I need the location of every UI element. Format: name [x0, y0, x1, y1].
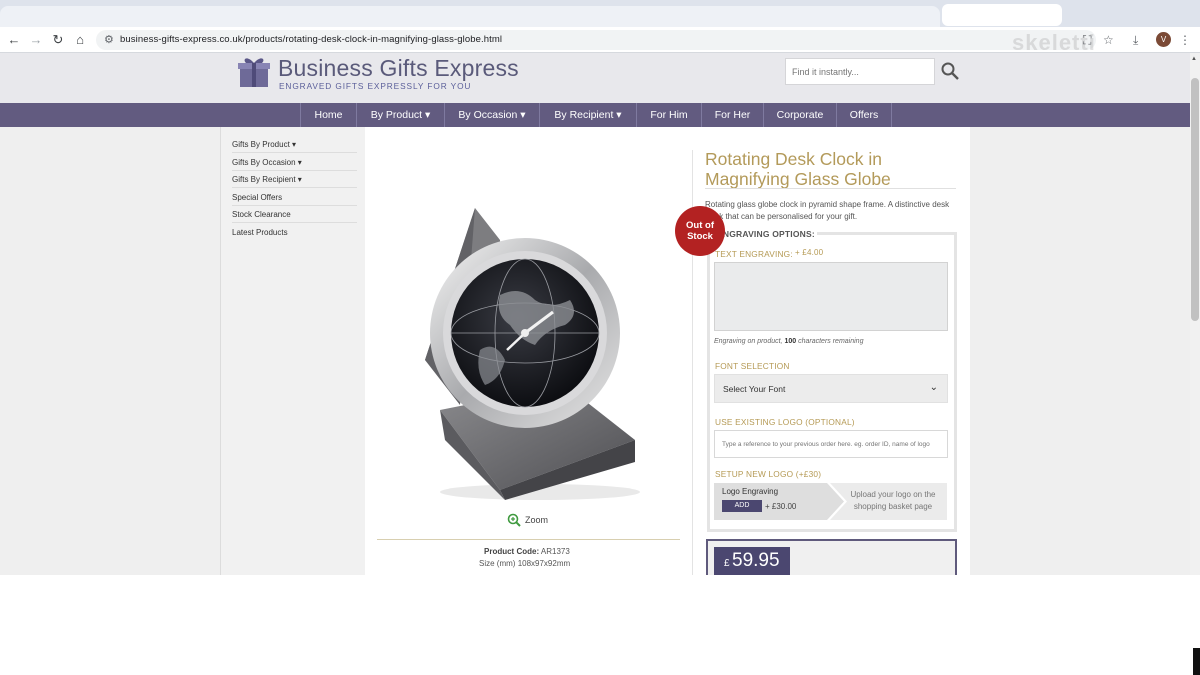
image-divider — [377, 539, 680, 540]
site-info-icon[interactable]: ⚙ — [104, 33, 114, 46]
screen-edge — [1193, 648, 1200, 675]
product-size: Size (mm) 108x97x92mm — [479, 559, 570, 568]
menu-kebab-icon[interactable]: ⋮ — [1179, 32, 1191, 48]
product-size-label: Size (mm) — [479, 559, 516, 568]
nav-for-him[interactable]: For Him — [636, 103, 701, 127]
logo-engraving-step-title: Logo Engraving — [722, 487, 779, 496]
search-icon[interactable] — [940, 61, 960, 81]
nav-offers[interactable]: Offers — [836, 103, 892, 127]
main-navigation: Home By Product ▾ By Occasion ▾ By Recip… — [0, 103, 1190, 127]
product-size-value: 108x97x92mm — [517, 559, 571, 568]
gift-box-logo-icon[interactable] — [237, 55, 271, 89]
logo-name[interactable]: Business Gifts Express — [278, 55, 519, 82]
price-currency: £ — [724, 558, 730, 569]
sidebar-item-stock-clearance[interactable]: Stock Clearance — [232, 206, 357, 223]
nav-by-product[interactable]: By Product ▾ — [356, 103, 444, 127]
nav-by-recipient[interactable]: By Recipient ▾ — [539, 103, 636, 127]
tab-strip-blank — [942, 4, 1062, 26]
engraving-text-input[interactable] — [714, 262, 948, 331]
download-icon[interactable]: ⤓ — [1133, 32, 1138, 48]
out-of-stock-line1: Out of — [686, 220, 714, 231]
logo-tagline: ENGRAVED GIFTS EXPRESSLY FOR YOU — [279, 81, 472, 91]
reload-icon[interactable]: ↻ — [50, 32, 66, 48]
nav-for-her[interactable]: For Her — [701, 103, 763, 127]
nav-corporate[interactable]: Corporate — [763, 103, 836, 127]
out-of-stock-badge: Out of Stock — [675, 206, 725, 256]
existing-logo-reference-input[interactable] — [714, 430, 948, 458]
bookmark-star-icon[interactable]: ☆ — [1103, 32, 1114, 48]
nav-home[interactable]: Home — [300, 103, 356, 127]
sidebar-item-latest-products[interactable]: Latest Products — [232, 224, 357, 241]
sidebar-item-gifts-by-product[interactable]: Gifts By Product ▾ — [232, 136, 357, 153]
characters-remaining-count: 100 — [784, 338, 797, 345]
product-image[interactable] — [405, 200, 660, 505]
sidebar-item-special-offers[interactable]: Special Offers — [232, 189, 357, 206]
product-title: Rotating Desk Clock in Magnifying Glass … — [705, 149, 891, 189]
product-description: Rotating glass globe clock in pyramid sh… — [705, 200, 950, 221]
blank-area — [0, 575, 1200, 675]
profile-avatar[interactable]: V — [1156, 32, 1171, 47]
engraving-options-heading: ENGRAVING OPTIONS: — [715, 229, 817, 239]
product-code: Product Code: AR1373 — [484, 547, 570, 556]
chevron-down-icon: ⌄ — [929, 382, 938, 393]
sidebar-item-gifts-by-recipient[interactable]: Gifts By Recipient ▾ — [232, 171, 357, 188]
url-text[interactable]: business-gifts-express.co.uk/products/ro… — [120, 34, 502, 45]
logo-engraving-price: + £30.00 — [765, 502, 797, 511]
zoom-icon[interactable] — [507, 513, 521, 527]
home-icon[interactable]: ⌂ — [72, 32, 88, 48]
add-logo-button[interactable]: ADD — [722, 500, 762, 512]
text-engraving-label: TEXT ENGRAVING: — [715, 249, 793, 259]
font-selection-label: FONT SELECTION — [715, 361, 790, 371]
zoom-link[interactable]: Zoom — [525, 515, 548, 525]
help-prefix: Engraving on product, — [714, 338, 783, 345]
product-code-label: Product Code: — [484, 547, 540, 556]
scroll-up-arrow-icon[interactable]: ▲ — [1191, 56, 1197, 62]
upload-logo-instruction: Upload your logo on the shopping basket … — [850, 490, 936, 511]
sidebar-item-gifts-by-occasion[interactable]: Gifts By Occasion ▾ — [232, 154, 357, 171]
title-divider — [705, 188, 956, 189]
text-engraving-price: + £4.00 — [795, 248, 824, 257]
nav-by-occasion[interactable]: By Occasion ▾ — [444, 103, 539, 127]
out-of-stock-line2: Stock — [687, 231, 713, 242]
product-code-value: AR1373 — [540, 547, 570, 556]
help-suffix: characters remaining — [798, 338, 864, 345]
new-logo-label: SETUP NEW LOGO (+£30) — [715, 469, 822, 479]
back-icon[interactable]: ← — [6, 32, 22, 48]
font-select[interactable]: Select Your Font ⌄ — [714, 374, 948, 403]
active-tab[interactable] — [0, 6, 940, 27]
search-input[interactable] — [785, 58, 935, 85]
forward-icon[interactable]: → — [28, 32, 44, 48]
price-tag: £ 59.95 — [714, 547, 790, 575]
price-value: 59.95 — [732, 550, 780, 571]
engraving-help-text: Engraving on product, 100 characters rem… — [714, 338, 863, 345]
sidebar: Gifts By Product ▾ Gifts By Occasion ▾ G… — [220, 127, 365, 575]
site-header: Business Gifts Express ENGRAVED GIFTS EX… — [0, 53, 1190, 103]
browser-tab-strip — [0, 0, 1200, 27]
existing-logo-label: USE EXISTING LOGO (OPTIONAL) — [715, 417, 855, 427]
scrollbar-thumb[interactable] — [1191, 78, 1199, 321]
font-select-value: Select Your Font — [723, 384, 786, 394]
